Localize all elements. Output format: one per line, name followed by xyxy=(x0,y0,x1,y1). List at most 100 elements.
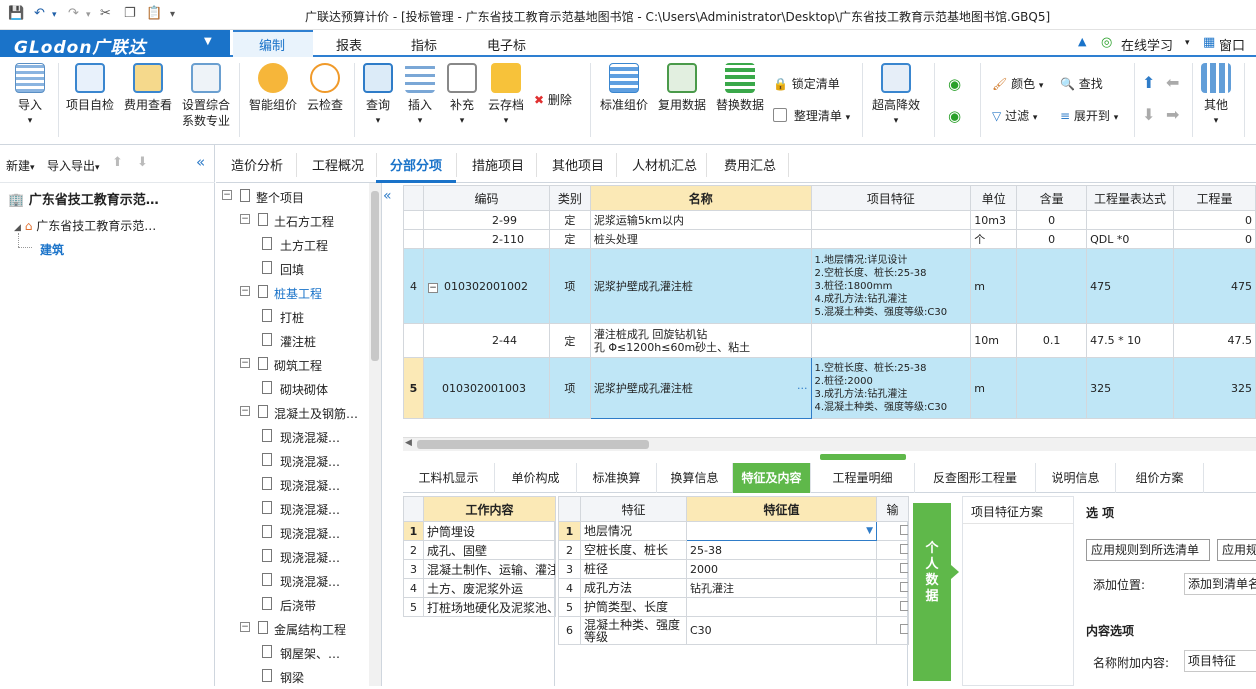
cell-content[interactable] xyxy=(1016,357,1088,419)
redo-dropdown-icon[interactable]: ▾ xyxy=(86,10,91,20)
cell-feature[interactable] xyxy=(810,229,972,249)
cell-content[interactable]: 0.1 xyxy=(1016,323,1088,358)
chevron-down-icon[interactable]: ▾ xyxy=(1185,38,1190,48)
cell-cat[interactable]: 定 xyxy=(548,323,591,358)
window-menu[interactable]: 窗口 xyxy=(1219,35,1245,54)
tab-unit-price-composition[interactable]: 单价构成 xyxy=(495,463,577,493)
feature-value-cell[interactable]: 钻孔灌注 xyxy=(686,578,877,598)
col-header-content[interactable]: 含量 xyxy=(1016,185,1088,211)
output-checkbox-cell[interactable] xyxy=(876,559,909,579)
col-header-category[interactable]: 类别 xyxy=(548,185,591,211)
table-row[interactable]: 4 土方、废泥浆外运 xyxy=(403,578,556,598)
feature-value-cell[interactable]: 25-38 xyxy=(686,540,877,560)
arrow-right-icon[interactable]: ➡ xyxy=(1166,105,1179,124)
cell-feature[interactable]: 1.空桩长度、桩长:25-38 2.桩径:2000 3.成孔方法:钻孔灌注 4.… xyxy=(810,357,972,419)
cell-cat[interactable]: 项 xyxy=(548,248,591,324)
cell-content[interactable]: 0 xyxy=(1016,210,1088,230)
cell-content[interactable] xyxy=(1016,248,1088,324)
cell-name[interactable]: 泥浆护壁成孔灌注桩 xyxy=(589,248,812,324)
cell-unit[interactable]: 10m xyxy=(970,323,1018,358)
copy-icon[interactable]: ❐ xyxy=(124,6,136,21)
table-row[interactable]: 4−010302001002 项泥浆护壁成孔灌注桩 1.地层情况:详见设计 2.空桩… xyxy=(403,248,1256,324)
organize-list-button[interactable]: 整理清单 ▾ xyxy=(773,107,850,124)
tab-reverse-lookup[interactable]: 反查图形工程量 xyxy=(915,463,1036,493)
cell-no[interactable] xyxy=(403,229,424,249)
tab-pricing-scheme[interactable]: 组价方案 xyxy=(1116,463,1204,493)
collapse-node-icon[interactable]: − xyxy=(427,282,438,293)
table-row[interactable]: 2 空桩长度、桩长 25-38 xyxy=(558,540,909,560)
new-button[interactable]: 新建▾ xyxy=(6,157,35,174)
feature-value-cell[interactable] xyxy=(686,597,877,617)
cell-code[interactable]: 2-44 xyxy=(422,323,550,358)
cell-code[interactable]: 2-99 xyxy=(422,210,550,230)
circle-bottom-icon[interactable]: ◉ xyxy=(948,107,961,125)
cell-unit[interactable]: m xyxy=(970,248,1018,324)
output-checkbox[interactable] xyxy=(900,543,908,554)
collapse-pane-icon[interactable]: « xyxy=(196,153,205,171)
cell-feature[interactable] xyxy=(810,210,972,230)
cell-expr[interactable] xyxy=(1086,210,1175,230)
tab-conversion-info[interactable]: 换算信息 xyxy=(657,463,733,493)
table-row[interactable]: 3 混凝土制作、运输、灌注 xyxy=(403,559,556,579)
collapse-node-icon[interactable]: − xyxy=(240,214,250,224)
cell-code[interactable]: 2-110 xyxy=(422,229,550,249)
undo-dropdown-icon[interactable]: ▾ xyxy=(52,10,57,20)
scrollbar-thumb[interactable] xyxy=(417,440,649,449)
output-checkbox[interactable] xyxy=(900,624,908,634)
output-checkbox[interactable] xyxy=(900,600,908,611)
collapse-node-icon[interactable]: − xyxy=(240,622,250,632)
table-row[interactable]: 5 010302001003 项 泥浆护壁成孔灌注桩 ··· 1.空桩长度、桩长:25-3… xyxy=(403,357,1256,419)
cell-no[interactable]: 4 xyxy=(403,248,424,324)
menu-tab-index[interactable]: 指标 xyxy=(411,35,437,54)
scroll-left-icon[interactable]: ◀ xyxy=(405,438,412,448)
settings-coefficient-button[interactable]: 设置综合 系数专业 xyxy=(178,63,234,129)
cloud-check-button[interactable]: 云检查 xyxy=(297,63,353,113)
cell-unit[interactable]: 个 xyxy=(970,229,1018,249)
subtree-scrollbar[interactable] xyxy=(369,183,381,686)
table-row[interactable]: 4 成孔方法 钻孔灌注 xyxy=(558,578,909,598)
cell-name[interactable]: 桩头处理 xyxy=(589,229,812,249)
work-content-cell[interactable]: 土方、废泥浆外运 xyxy=(423,578,556,598)
standard-pricing-button[interactable]: 标准组价 xyxy=(596,63,652,113)
arrow-left-icon[interactable]: ⬅ xyxy=(1166,73,1179,92)
add-position-select[interactable]: 添加到清单名 xyxy=(1184,573,1256,595)
tab-labor-material-display[interactable]: 工料机显示 xyxy=(403,463,495,493)
tree-root-project[interactable]: 🏢 广东省技工教育示范… xyxy=(8,189,159,208)
circle-top-icon[interactable]: ◉ xyxy=(948,75,961,93)
other-button[interactable]: 其他 ▾ xyxy=(1188,63,1244,129)
high-efficiency-button[interactable]: 超高降效 ▾ xyxy=(868,63,924,129)
paste-icon[interactable]: 📋 xyxy=(146,6,162,21)
apply-rule-button[interactable]: 应用规则 xyxy=(1217,539,1256,561)
cell-cat[interactable]: 定 xyxy=(548,229,591,249)
tab-measures[interactable]: 措施项目 xyxy=(472,155,524,174)
output-checkbox-cell[interactable] xyxy=(876,578,909,598)
cell-unit[interactable]: m xyxy=(970,357,1018,419)
work-content-cell[interactable]: 成孔、固壁 xyxy=(423,540,556,560)
cell-qty[interactable]: 0 xyxy=(1173,229,1256,249)
work-content-cell[interactable]: 护筒埋设 xyxy=(423,521,556,541)
tab-quantity-detail[interactable]: 工程量明细 xyxy=(811,463,915,493)
cell-code[interactable]: 010302001003 xyxy=(422,357,550,419)
output-checkbox-cell[interactable] xyxy=(876,521,909,541)
cell-qty[interactable]: 0 xyxy=(1173,210,1256,230)
col-header-feature[interactable]: 项目特征 xyxy=(810,185,972,211)
tab-other-items[interactable]: 其他项目 xyxy=(552,155,604,174)
chevron-down-icon[interactable]: ▼ xyxy=(866,526,873,536)
personal-data-tab[interactable]: 个人数据 xyxy=(913,503,959,681)
cell-qty[interactable]: 475 xyxy=(1173,248,1256,324)
app-logo[interactable]: GLodon广联达 ▼ xyxy=(0,30,230,58)
cell-feature[interactable]: 1.地层情况:详见设计 2.空桩长度、桩长:25-38 3.桩径:1800mm … xyxy=(810,248,972,324)
table-row[interactable]: 5 打桩场地硬化及泥浆池、 xyxy=(403,597,556,617)
col-header-code[interactable]: 编码 xyxy=(422,185,550,211)
table-row[interactable]: 2-110 定 桩头处理 个 0 QDL *0 0 xyxy=(403,229,1256,249)
collapse-node-icon[interactable]: − xyxy=(240,406,250,416)
tree-sub-project[interactable]: ◢ ⌂ 广东省技工教育示范… xyxy=(14,217,156,234)
cell-name[interactable]: 灌注桩成孔 回旋钻机钻 孔 Φ≤1200h≤60m砂土、粘土 xyxy=(589,323,812,358)
collapse-node-icon[interactable]: − xyxy=(240,358,250,368)
move-down-icon[interactable]: ⬇ xyxy=(137,155,148,170)
scrollbar-thumb[interactable] xyxy=(371,191,379,361)
table-row[interactable]: 3 桩径 2000 xyxy=(558,559,909,579)
tab-fee-summary[interactable]: 费用汇总 xyxy=(724,155,776,174)
work-content-cell[interactable]: 混凝土制作、运输、灌注 xyxy=(423,559,556,579)
grid-horizontal-scrollbar[interactable]: ◀ xyxy=(403,437,1256,451)
